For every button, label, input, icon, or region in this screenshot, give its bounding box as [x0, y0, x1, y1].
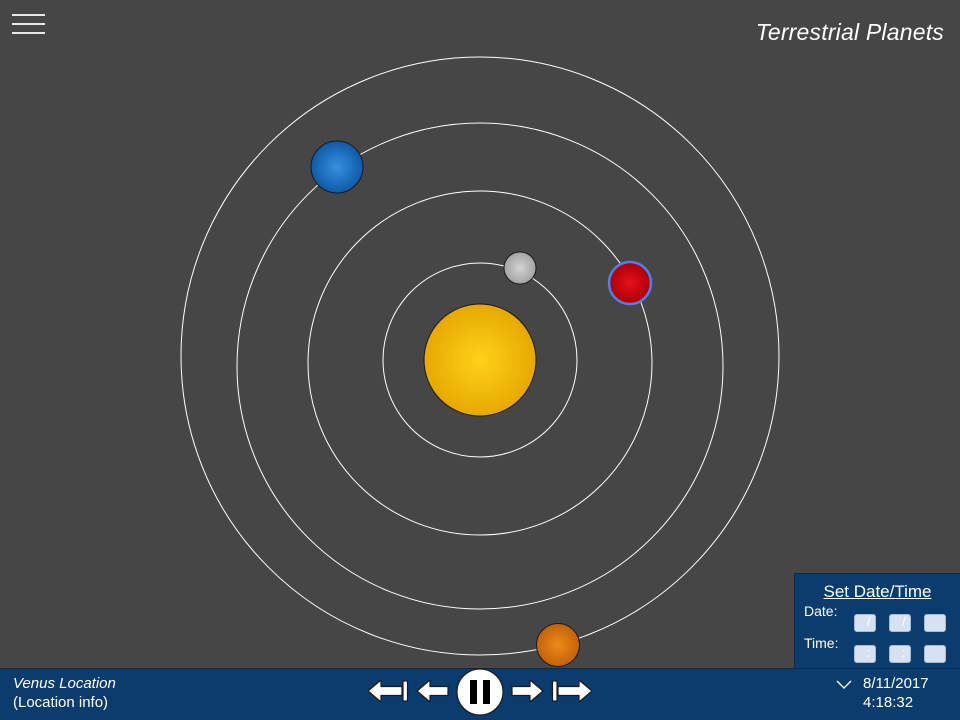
skip-back-icon[interactable]: [366, 678, 410, 704]
second-field[interactable]: [924, 645, 946, 663]
simulation-canvas: Terrestrial Planets Set Date/Time Date: …: [0, 0, 960, 720]
planet-mars[interactable]: [536, 623, 580, 667]
date-label: Date:: [804, 603, 838, 619]
time-separator: :: [902, 645, 906, 660]
bottom-bar: Venus Location (Location info) 8/11/2017…: [0, 668, 960, 720]
month-field[interactable]: [854, 614, 876, 632]
pause-button[interactable]: [455, 667, 505, 717]
step-back-icon[interactable]: [415, 678, 451, 704]
minute-field[interactable]: [889, 645, 911, 663]
sun[interactable]: [423, 303, 537, 417]
planet-earth[interactable]: [310, 140, 364, 194]
set-datetime-panel: Set Date/Time Date: Time: / / : :: [794, 573, 960, 669]
planet-venus[interactable]: [607, 260, 653, 306]
time-separator: :: [867, 645, 871, 660]
skip-forward-icon[interactable]: [550, 678, 594, 704]
time-label: Time:: [804, 635, 839, 651]
location-title: Venus Location: [13, 675, 116, 692]
current-time: 4:18:32: [863, 694, 914, 711]
hour-field[interactable]: [854, 645, 876, 663]
step-forward-icon[interactable]: [509, 678, 545, 704]
planet-mercury[interactable]: [503, 251, 537, 285]
set-datetime-link[interactable]: Set Date/Time: [795, 582, 960, 602]
day-field[interactable]: [889, 614, 911, 632]
chevron-down-icon[interactable]: [836, 680, 852, 690]
current-date: 8/11/2017: [863, 675, 929, 692]
date-separator: /: [902, 614, 906, 629]
year-field[interactable]: [924, 614, 946, 632]
date-separator: /: [867, 614, 871, 629]
solar-system-view: [180, 56, 780, 667]
location-info: (Location info): [13, 694, 109, 711]
